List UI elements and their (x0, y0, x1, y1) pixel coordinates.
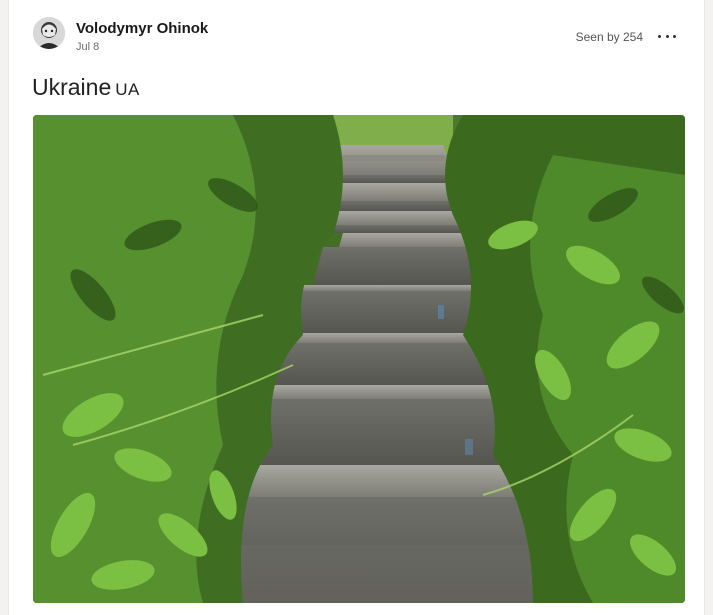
avatar-image (33, 17, 65, 49)
post-title: Ukraine UA (32, 74, 140, 101)
post-card: Volodymyr Ohinok Jul 8 Seen by 254 Ukrai… (8, 0, 705, 615)
seen-count[interactable]: Seen by 254 (576, 30, 643, 44)
photo-stairs-foliage (33, 115, 685, 603)
post-date: Jul 8 (76, 41, 100, 53)
more-dot (658, 34, 661, 38)
more-dot (665, 34, 669, 38)
author-name[interactable]: Volodymyr Ohinok (76, 20, 208, 37)
more-options-icon[interactable] (658, 26, 676, 46)
more-dot (673, 34, 676, 38)
flag-label: UA (115, 80, 140, 99)
post-photo[interactable] (33, 115, 685, 603)
post-title-text: Ukraine (32, 74, 112, 100)
post-header: Volodymyr Ohinok Jul 8 Seen by 254 (9, 0, 704, 64)
avatar[interactable] (33, 17, 65, 49)
